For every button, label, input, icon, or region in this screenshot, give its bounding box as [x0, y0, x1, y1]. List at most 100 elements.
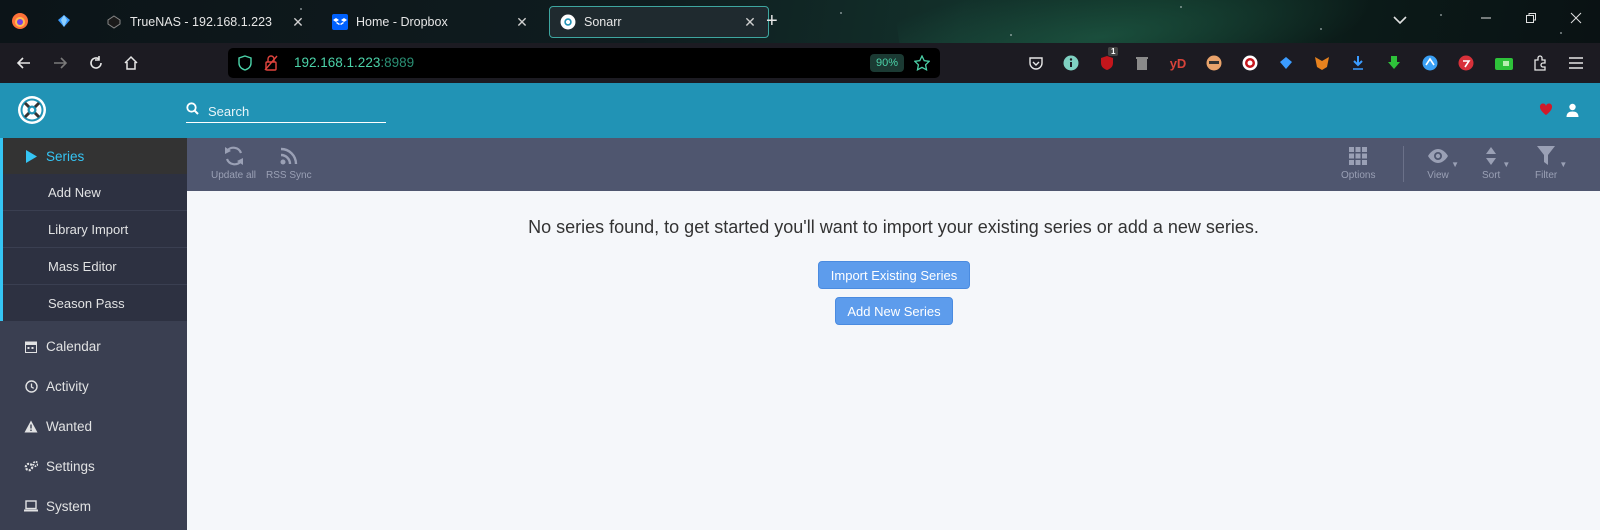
active-section-bar [0, 138, 3, 321]
play-icon [24, 149, 38, 163]
forward-icon[interactable] [50, 53, 70, 73]
tab-truenas[interactable]: TrueNAS - 192.168.1.223 ✕ [96, 6, 316, 38]
sidebar-subitem-library-import[interactable]: Library Import [0, 211, 187, 247]
insecure-lock-icon[interactable] [264, 55, 278, 71]
red-circle-extension-icon[interactable] [1456, 53, 1476, 73]
minimize-icon[interactable] [1480, 11, 1492, 27]
search-box [186, 99, 386, 123]
reload-icon[interactable] [86, 53, 106, 73]
sidebar-item-label: Activity [46, 378, 89, 394]
user-icon[interactable] [1566, 103, 1579, 122]
sidebar-item-calendar[interactable]: Calendar [0, 328, 187, 364]
zoom-badge[interactable]: 90% [869, 54, 904, 72]
sidebar-item-settings[interactable]: Settings [0, 448, 187, 484]
truenas-icon [106, 14, 122, 30]
download-extension-icon[interactable] [1348, 53, 1368, 73]
green-download-icon[interactable] [1384, 53, 1404, 73]
sonarr-header [0, 83, 1600, 138]
restore-icon[interactable] [1525, 11, 1537, 27]
close-tab-icon[interactable]: ✕ [742, 14, 758, 31]
sonarr-tab-icon [560, 14, 576, 30]
caret-down-icon: ▼ [1502, 160, 1511, 169]
sonarr-logo[interactable] [17, 95, 47, 125]
filter-label: Filter [1535, 170, 1558, 181]
sidebar-item-label: Wanted [46, 418, 93, 434]
tab-list-chevron-icon[interactable] [1393, 12, 1407, 28]
browser-tab-strip: TrueNAS - 192.168.1.223 ✕ Home - Dropbox… [0, 0, 1600, 43]
sidebar-subitem-season-pass[interactable]: Season Pass [0, 285, 187, 321]
s-extension-icon[interactable] [1240, 53, 1260, 73]
search-icon [186, 102, 199, 120]
yandex-icon[interactable]: yD [1168, 53, 1188, 73]
grid-icon [1348, 142, 1368, 170]
sidebar-item-activity[interactable]: Activity [0, 368, 187, 404]
sort-icon [1485, 142, 1497, 170]
sidebar-subitem-add-new[interactable]: Add New [0, 174, 187, 210]
extension-badge: 1 [1108, 47, 1119, 56]
sidebar-item-label: Series [46, 148, 85, 164]
trash-extension-icon[interactable] [1132, 53, 1152, 73]
browser-nav-bar: 192.168.1.223:8989 90% 1 yD [0, 43, 1600, 83]
rss-sync-label: RSS Sync [266, 170, 312, 181]
view-button[interactable]: View ▼ [1427, 142, 1459, 181]
warning-icon [24, 419, 38, 433]
add-new-series-button[interactable]: Add New Series [835, 297, 953, 325]
options-label: Options [1341, 170, 1376, 181]
pocket-icon[interactable] [1026, 53, 1046, 73]
sidebar-item-label: Settings [46, 458, 95, 474]
sidebar-item-system[interactable]: System [0, 488, 187, 524]
page-toolbar: Update all RSS Sync Options View ▼ Sort … [187, 138, 1600, 191]
import-existing-series-button[interactable]: Import Existing Series [818, 261, 970, 289]
diamond-extension-icon[interactable] [1276, 53, 1296, 73]
caret-down-icon: ▼ [1559, 160, 1568, 169]
url-text[interactable]: 192.168.1.223:8989 [294, 54, 414, 72]
empty-state-message: No series found, to get started you'll w… [528, 217, 1259, 237]
new-tab-icon[interactable]: + [766, 10, 778, 32]
hamburger-menu-icon[interactable] [1566, 53, 1586, 73]
sidebar-item-wanted[interactable]: Wanted [0, 408, 187, 444]
update-all-label: Update all [211, 170, 257, 181]
firefox-menu-icon[interactable] [9, 10, 31, 32]
eye-icon [1427, 142, 1449, 170]
update-all-button[interactable]: Update all [211, 142, 256, 181]
sidebar-item-series[interactable]: Series [0, 138, 187, 174]
search-input[interactable] [208, 101, 378, 121]
donate-heart-icon[interactable] [1539, 103, 1553, 121]
pinned-tab-diamond-icon[interactable] [53, 10, 75, 32]
options-button[interactable]: Options [1341, 142, 1375, 181]
info-extension-icon[interactable] [1061, 53, 1081, 73]
home-icon[interactable] [121, 53, 141, 73]
close-window-icon[interactable] [1570, 11, 1582, 27]
avatar-extension-icon[interactable] [1204, 53, 1224, 73]
laptop-icon [24, 499, 38, 513]
main-content: No series found, to get started you'll w… [187, 191, 1600, 530]
tracking-shield-icon[interactable] [238, 55, 252, 71]
caret-down-icon: ▼ [1451, 160, 1459, 169]
tab-sonarr[interactable]: Sonarr ✕ [549, 6, 769, 38]
filter-button[interactable]: Filter ▼ [1535, 142, 1567, 181]
address-bar[interactable]: 192.168.1.223:8989 90% [228, 48, 940, 78]
clock-icon [24, 379, 38, 393]
refresh-icon [223, 142, 245, 170]
sidebar-item-label: Calendar [46, 338, 101, 354]
close-tab-icon[interactable]: ✕ [290, 14, 306, 31]
view-label: View [1427, 170, 1449, 181]
sort-button[interactable]: Sort ▼ [1482, 142, 1510, 181]
ublock-icon[interactable]: 1 [1097, 47, 1119, 73]
tab-title: Home - Dropbox [356, 15, 448, 29]
gears-icon [24, 459, 38, 473]
green-folder-extension-icon[interactable] [1494, 53, 1514, 73]
sidebar-subitem-mass-editor[interactable]: Mass Editor [0, 248, 187, 284]
back-icon[interactable] [14, 53, 34, 73]
blue-circle-extension-icon[interactable] [1420, 53, 1440, 73]
tab-dropbox[interactable]: Home - Dropbox ✕ [322, 6, 540, 38]
bookmark-star-icon[interactable] [914, 55, 930, 71]
dropbox-icon [332, 14, 348, 30]
rss-sync-button[interactable]: RSS Sync [266, 142, 312, 181]
metamask-icon[interactable] [1312, 53, 1332, 73]
extensions-puzzle-icon[interactable] [1530, 53, 1550, 73]
close-tab-icon[interactable]: ✕ [514, 14, 530, 31]
sidebar-item-label: System [46, 498, 92, 514]
toolbar-separator [1403, 146, 1404, 182]
sort-label: Sort [1482, 170, 1501, 181]
